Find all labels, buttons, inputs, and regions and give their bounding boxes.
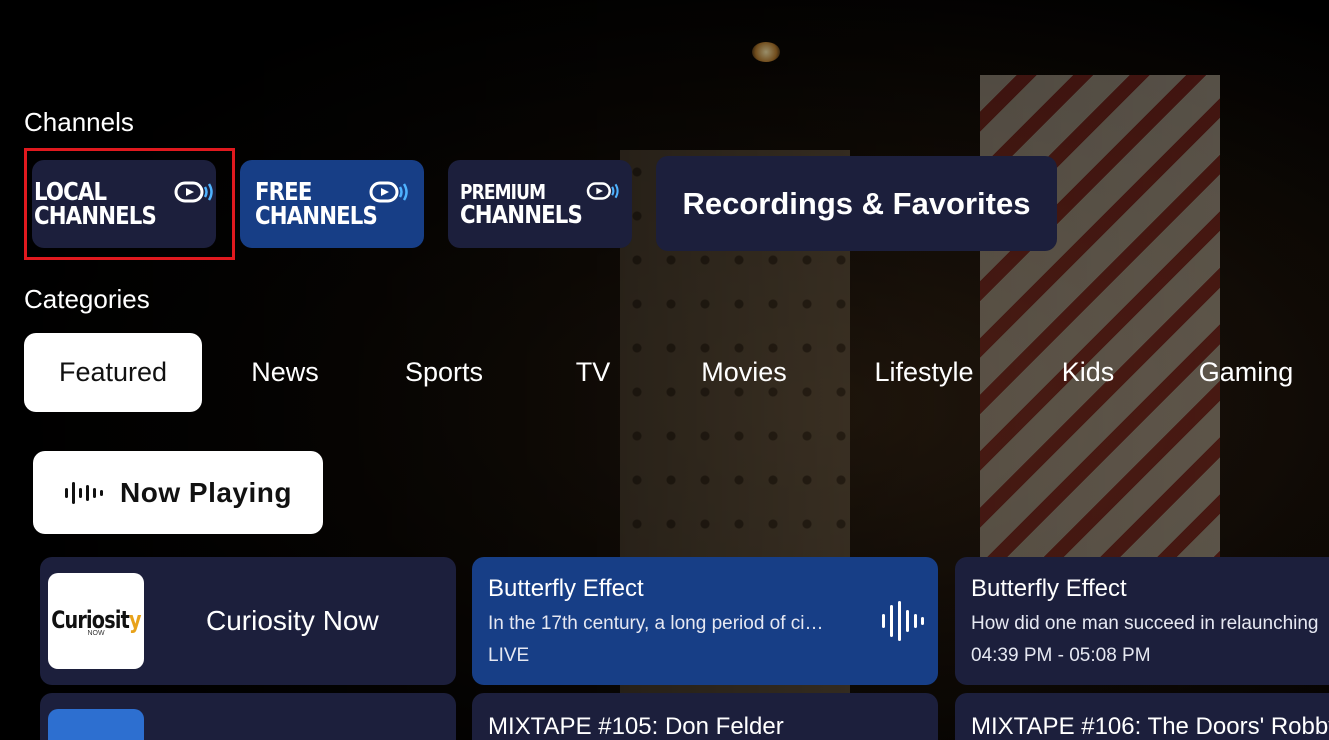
curiosity-logo-accent: y (129, 605, 142, 634)
premium-channels-button[interactable]: PREMIUM CHANNELS (448, 160, 632, 248)
local-channels-button[interactable]: LOCAL CHANNELS (32, 160, 216, 248)
free-channels-line2: CHANNELS (255, 201, 378, 230)
category-tab-sports[interactable]: Sports (374, 333, 514, 412)
audio-wave-icon (882, 601, 924, 641)
program-card-live[interactable]: Butterfly Effect In the 17th century, a … (472, 557, 938, 685)
category-tab-movies[interactable]: Movies (676, 333, 812, 412)
local-channels-logo: LOCAL CHANNELS (34, 179, 213, 230)
premium-channels-line2: CHANNELS (460, 200, 583, 229)
program-title: Butterfly Effect (971, 575, 1127, 602)
play-broadcast-icon (586, 182, 619, 200)
category-tab-gaming[interactable]: Gaming (1174, 333, 1318, 412)
category-tab-lifestyle[interactable]: Lifestyle (850, 333, 998, 412)
channel-name: Curiosity Now (206, 605, 379, 636)
curiosity-now-logo: Curiosity NOW (48, 573, 144, 669)
free-channels-button[interactable]: FREE CHANNELS (240, 160, 424, 248)
now-playing-label: Now Playing (120, 476, 292, 508)
category-tab-kids[interactable]: Kids (1040, 333, 1136, 412)
program-description: In the 17th century, a long period of ci… (488, 613, 824, 634)
category-tab-tv[interactable]: TV (550, 333, 636, 412)
free-channels-logo: FREE CHANNELS (255, 179, 408, 230)
category-tab-featured[interactable]: Featured (24, 333, 202, 412)
channel-row-curiosity-now[interactable]: Curiosity NOW Curiosity Now (40, 557, 456, 685)
play-broadcast-icon (174, 181, 213, 203)
program-description: How did one man succeed in relaunching (971, 613, 1319, 634)
program-title: MIXTAPE #106: The Doors' Robby (971, 713, 1329, 740)
program-time: 04:39 PM - 05:08 PM (971, 645, 1151, 666)
categories-heading: Categories (24, 284, 150, 314)
channel-row-2[interactable] (40, 693, 456, 740)
curiosity-logo-word: Curiosit (51, 605, 130, 634)
now-playing-button[interactable]: Now Playing (33, 451, 323, 534)
program-card-next[interactable]: Butterfly Effect How did one man succeed… (955, 557, 1329, 685)
channel-logo (48, 709, 144, 740)
program-status-live: LIVE (488, 645, 530, 666)
category-tab-news[interactable]: News (226, 333, 344, 412)
local-channels-line2: CHANNELS (34, 201, 157, 230)
program-title: Butterfly Effect (488, 575, 644, 602)
program-card[interactable]: MIXTAPE #106: The Doors' Robby (955, 693, 1329, 740)
program-card[interactable]: MIXTAPE #105: Don Felder (472, 693, 938, 740)
recordings-favorites-button[interactable]: Recordings & Favorites (656, 156, 1057, 251)
audio-wave-icon (65, 481, 104, 504)
program-title: MIXTAPE #105: Don Felder (488, 713, 784, 740)
premium-channels-logo: PREMIUM CHANNELS (460, 181, 619, 227)
channels-heading: Channels (24, 107, 134, 137)
